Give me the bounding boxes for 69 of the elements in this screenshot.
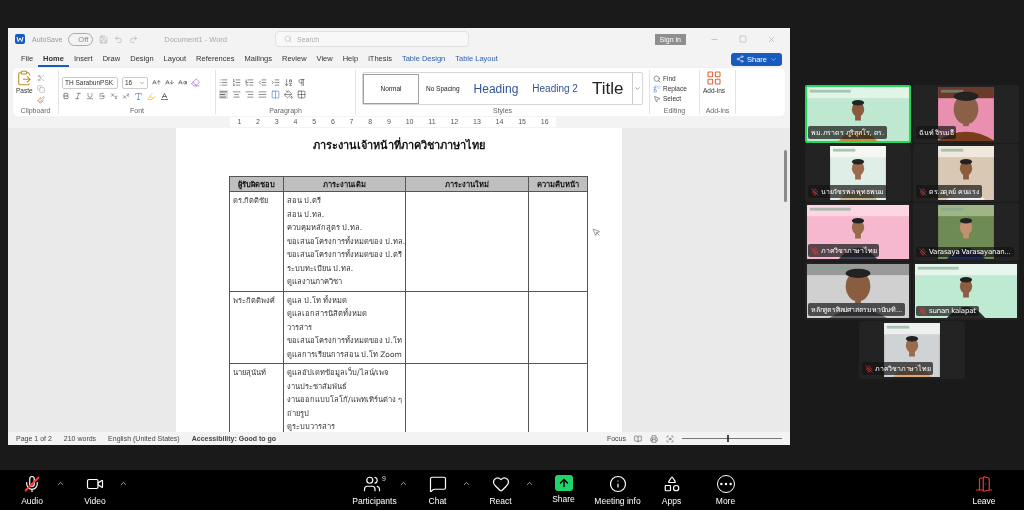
more-styles-icon[interactable] — [634, 85, 641, 92]
print-layout-icon[interactable] — [650, 434, 658, 443]
distributed-icon[interactable] — [271, 90, 280, 99]
door-icon[interactable] — [975, 474, 993, 493]
change-case-icon[interactable] — [178, 78, 187, 87]
info-icon[interactable] — [608, 474, 627, 493]
sort-icon[interactable] — [284, 78, 293, 87]
multilevel-list-icon[interactable] — [245, 78, 254, 87]
web-layout-icon[interactable] — [666, 434, 674, 443]
borders-icon[interactable] — [297, 90, 306, 99]
text-effects-icon[interactable] — [134, 91, 143, 101]
scrollbar[interactable] — [784, 150, 787, 202]
chat-icon[interactable] — [428, 474, 447, 493]
react-button[interactable]: React — [476, 474, 525, 506]
pointer-icon — [653, 94, 661, 103]
video-button[interactable]: Video — [71, 474, 119, 506]
align-center-icon[interactable] — [232, 90, 241, 99]
align-left-icon[interactable] — [219, 90, 228, 99]
search-icon — [284, 35, 293, 43]
justify-icon[interactable] — [258, 90, 267, 99]
caret-icon — [139, 79, 145, 86]
subscript-icon[interactable] — [110, 92, 118, 100]
muted-microphone-icon — [919, 187, 927, 196]
participants-icon[interactable] — [363, 474, 382, 493]
superscript-icon[interactable] — [122, 92, 130, 100]
shading-icon[interactable] — [284, 90, 293, 99]
clear-formatting-icon[interactable] — [191, 78, 200, 87]
numbering-icon[interactable] — [232, 78, 241, 87]
meeting-info-button[interactable]: Meeting info — [593, 474, 642, 506]
bold-icon[interactable] — [62, 92, 70, 100]
clipboard-icon — [16, 70, 33, 86]
shrink-font-icon[interactable] — [165, 78, 174, 87]
share-icon[interactable] — [554, 474, 573, 491]
muted-microphone-icon[interactable] — [23, 474, 41, 493]
format-painter-icon[interactable] — [36, 95, 45, 104]
share-button[interactable]: Share — [539, 474, 588, 504]
cut-icon[interactable] — [36, 73, 45, 82]
increase-indent-icon[interactable] — [271, 78, 280, 87]
apps-button[interactable]: Apps — [647, 474, 696, 506]
muted-microphone-icon — [865, 364, 873, 373]
search-icon — [653, 74, 661, 83]
read-mode-icon[interactable] — [634, 434, 642, 443]
chat-button[interactable]: Chat — [413, 474, 462, 506]
bullets-icon[interactable] — [219, 78, 228, 87]
leave-button[interactable]: Leave — [960, 474, 1008, 506]
decrease-indent-icon[interactable] — [258, 78, 267, 87]
word-logo-icon[interactable] — [14, 33, 26, 45]
apps-icon[interactable] — [662, 474, 681, 493]
muted-microphone-icon — [919, 248, 927, 256]
italic-icon[interactable] — [74, 92, 82, 100]
grow-font-icon[interactable] — [152, 78, 161, 87]
font-color-icon[interactable] — [160, 91, 169, 101]
caret-icon — [770, 55, 777, 63]
save-icon[interactable] — [99, 34, 109, 44]
audio-button[interactable]: Audio — [8, 474, 56, 506]
pilcrow-icon[interactable] — [297, 78, 306, 87]
muted-microphone-icon — [811, 246, 819, 255]
align-right-icon[interactable] — [245, 90, 254, 99]
more-button[interactable]: More — [701, 474, 750, 506]
add-ins-icon — [706, 70, 722, 86]
mouse-cursor-icon — [592, 228, 601, 237]
muted-microphone-icon — [811, 187, 819, 196]
underline-icon[interactable] — [86, 92, 94, 100]
muted-microphone-icon — [919, 307, 927, 315]
replace-icon — [653, 84, 661, 93]
strikethrough-icon[interactable] — [98, 92, 106, 100]
heart-icon[interactable] — [491, 474, 510, 493]
share-icon — [736, 55, 744, 63]
document-heading: ภาระงานเจ้าหน้าที่ภาควิชาภาษาไทย — [312, 136, 486, 154]
